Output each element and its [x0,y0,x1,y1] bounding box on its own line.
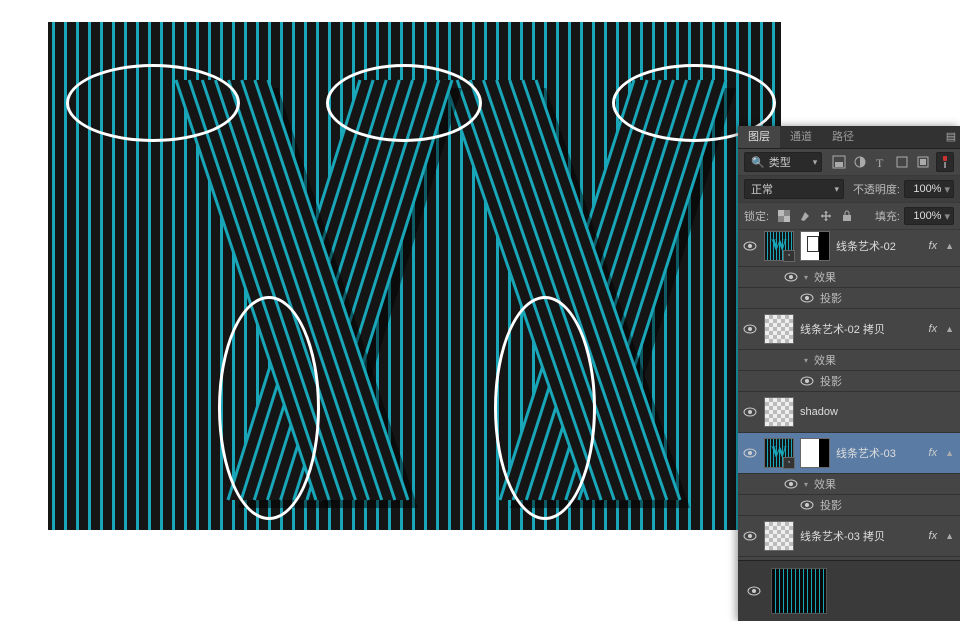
layer-name[interactable]: 线条艺术-03 [836,445,923,461]
fill-label: 填充: [875,208,900,224]
layer-thumbnail[interactable] [800,231,830,261]
layer-name[interactable]: shadow [800,406,956,418]
visibility-eye-icon[interactable] [746,583,762,599]
fx-badge[interactable]: fx [929,240,938,252]
fx-heading-label: 效果 [814,269,836,285]
bottom-layer-thumbnail [772,569,826,613]
triangle-down-icon: ▾ [804,273,808,282]
lock-transparency-icon[interactable] [775,207,793,225]
filter-toggle-switch[interactable] [936,152,954,172]
filter-kind-select[interactable]: 🔍 类型 ▾ [744,152,822,172]
visibility-eye-icon[interactable] [800,498,814,512]
layer-thumbnail[interactable] [764,314,794,344]
visibility-eye-icon[interactable] [784,270,798,284]
lock-all-icon[interactable] [838,207,856,225]
triangle-down-icon: ▾ [804,356,808,365]
fx-item[interactable]: 投影 [738,371,960,392]
fx-heading-label: 效果 [814,352,836,368]
layer-name[interactable]: 线条艺术-03 拷贝 [800,528,923,544]
visibility-eye-icon[interactable] [800,291,814,305]
fx-item-label: 投影 [820,497,842,513]
fx-collapse-icon[interactable]: ▲ [945,531,954,541]
filter-smart-icon[interactable] [914,153,932,171]
fx-heading[interactable]: ▾ 效果 [738,267,960,288]
layer-name[interactable]: 线条艺术-02 [836,238,923,254]
triangle-down-icon: ▾ [804,480,808,489]
filter-adjust-icon[interactable] [851,153,869,171]
filter-text-icon[interactable]: T [872,153,890,171]
blend-opacity-row: 正常 ▾ 不透明度: 100%▾ [738,176,960,203]
fx-collapse-icon[interactable]: ▲ [945,324,954,334]
layer-thumbnail[interactable] [800,438,830,468]
document-canvas[interactable] [48,22,781,530]
layer-filter-row: 🔍 类型 ▾ T [738,149,960,176]
layer-row[interactable]: shadow [738,392,960,433]
opacity-label: 不透明度: [853,181,900,197]
layer-row[interactable]: 线条艺术-02 拷贝 fx ▲ [738,309,960,350]
layer-thumbnail[interactable]: W▫ [764,438,794,468]
tab-layers[interactable]: 图层 [738,126,780,148]
tab-paths[interactable]: 路径 [822,126,864,148]
fx-heading[interactable]: ▾ 效果 [738,350,960,371]
visibility-eye-icon[interactable] [800,374,814,388]
fx-collapse-icon[interactable]: ▲ [945,241,954,251]
visibility-eye-icon[interactable] [742,238,758,254]
filter-kind-label: 类型 [769,154,791,170]
layer-thumbnail[interactable] [764,397,794,427]
layer-row[interactable]: W▫ 线条艺术-02 fx ▲ [738,226,960,267]
fx-item[interactable]: 投影 [738,288,960,309]
fx-item-label: 投影 [820,290,842,306]
fx-item[interactable]: 投影 [738,495,960,516]
filter-pixel-icon[interactable] [830,153,848,171]
layer-thumbnail[interactable]: W▫ [764,231,794,261]
filter-type-icons: T [830,153,932,171]
panel-menu-icon[interactable]: ▤ [942,126,960,148]
chevron-down-icon: ▾ [834,184,839,195]
fx-heading-label: 效果 [814,476,836,492]
filter-shape-icon[interactable] [893,153,911,171]
svg-text:T: T [876,156,884,169]
panel-tabbar: 图层 通道 路径 ▤ [738,126,960,149]
lock-label: 锁定: [744,208,769,224]
layers-panel: 图层 通道 路径 ▤ 🔍 类型 ▾ T 正常 ▾ 不透明度: 100%▾ 锁定: [738,126,960,621]
fx-collapse-icon[interactable]: ▲ [945,448,954,458]
visibility-eye-icon[interactable] [784,477,798,491]
chevron-down-icon: ▾ [813,157,818,168]
fx-item-label: 投影 [820,373,842,389]
panel-bottom-preview [738,560,960,621]
layer-thumbnail[interactable] [764,521,794,551]
blend-mode-select[interactable]: 正常 ▾ [744,179,844,199]
layer-row[interactable]: 线条艺术-03 拷贝 fx ▲ [738,516,960,557]
layer-row[interactable]: W▫ 线条艺术-03 fx ▲ [738,433,960,474]
fx-badge[interactable]: fx [929,323,938,335]
tab-channels[interactable]: 通道 [780,126,822,148]
lock-pixels-icon[interactable] [796,207,814,225]
visibility-eye-icon[interactable] [742,445,758,461]
layer-list[interactable]: W▫线条艺术-02fx▲▾效果投影线条艺术-02 拷贝fx▲▾效果投影shado… [738,226,960,597]
visibility-eye-icon[interactable] [742,404,758,420]
search-icon: 🔍 [751,156,765,169]
layer-name[interactable]: 线条艺术-02 拷贝 [800,321,923,337]
visibility-eye-icon[interactable] [742,321,758,337]
opacity-input[interactable]: 100%▾ [904,180,954,198]
blend-mode-value: 正常 [751,181,773,197]
fx-badge[interactable]: fx [929,530,938,542]
fill-input[interactable]: 100%▾ [904,207,954,225]
fx-heading[interactable]: ▾ 效果 [738,474,960,495]
visibility-eye-icon[interactable] [742,528,758,544]
lock-position-icon[interactable] [817,207,835,225]
fx-badge[interactable]: fx [929,447,938,459]
